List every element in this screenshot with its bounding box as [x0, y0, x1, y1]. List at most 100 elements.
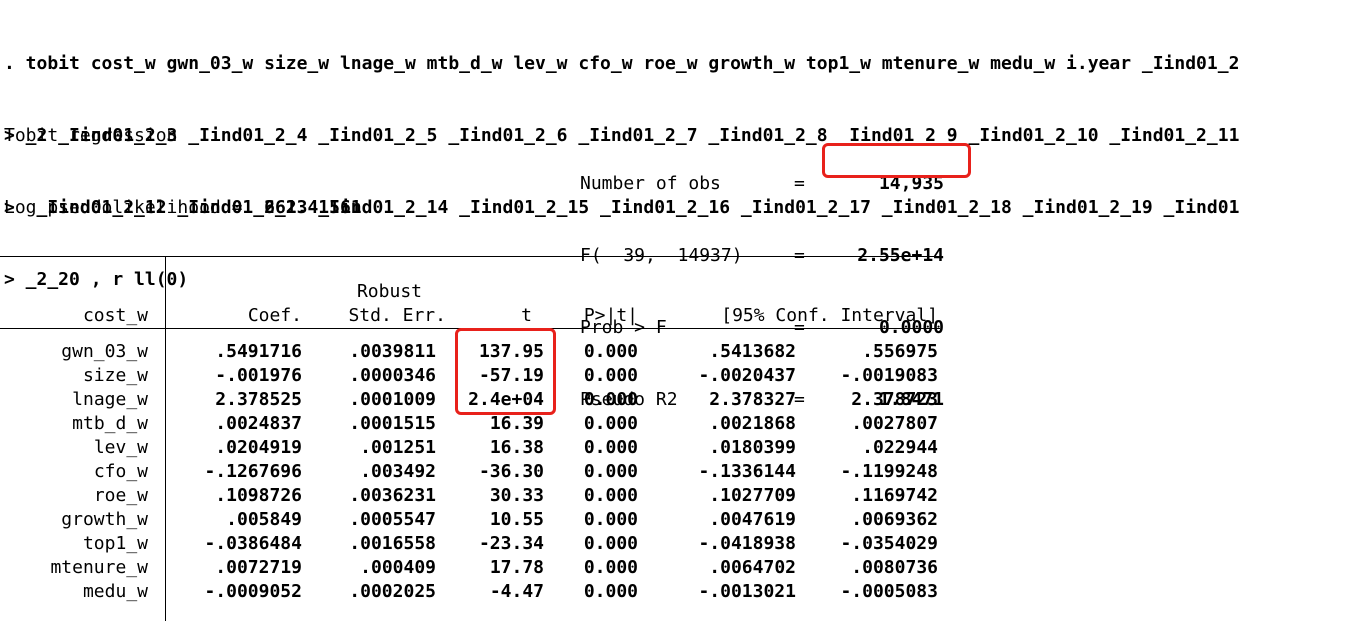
stderr-value: .0001515 [349, 413, 436, 434]
ci-lower-value: .0180399 [709, 437, 796, 458]
p-value: 0.000 [583, 341, 638, 362]
var-name: gwn_03_w [61, 341, 148, 362]
t-value: 10.55 [489, 509, 544, 530]
stderr-value: .0036231 [349, 485, 436, 506]
table-row: lev_w .0204919 .001251 16.38 0.000 .0180399 .0… [0, 436, 940, 460]
p-value: 0.000 [583, 461, 638, 482]
coef-value: .005849 [226, 509, 302, 530]
t-value: 16.38 [489, 437, 544, 458]
ci-upper-value: -.1199248 [840, 461, 938, 482]
table-row: mtenure_w .0072719 .000409 17.78 0.000 .00647… [0, 556, 940, 580]
robust-label: Robust [356, 281, 422, 302]
coef-value: .0204919 [215, 437, 302, 458]
ci-upper-value: .0027807 [851, 413, 938, 434]
model-title: Tobit regression [4, 125, 178, 146]
col-ci: [95% Conf. Interval] [721, 305, 938, 326]
var-name: lnage_w [72, 389, 148, 410]
coef-value: -.0009052 [204, 581, 302, 602]
table-row: cfo_w -.1267696 .003492 -36.30 0.000 -.133614… [0, 460, 940, 484]
var-name: mtb_d_w [72, 413, 148, 434]
stat-label: Number of obs [580, 173, 721, 194]
stderr-value: .0016558 [349, 533, 436, 554]
ci-upper-value: 2.378723 [851, 389, 938, 410]
stderr-value: .0039811 [349, 341, 436, 362]
table-row: roe_w .1098726 .0036231 30.33 0.000 .1027709.… [0, 484, 940, 508]
ci-lower-value: -.1336144 [698, 461, 796, 482]
ci-lower-value: .1027709 [709, 485, 796, 506]
p-value: 0.000 [583, 437, 638, 458]
ci-lower-value: .5413682 [709, 341, 796, 362]
p-value: 0.000 [583, 389, 638, 410]
var-name: top1_w [82, 533, 148, 554]
ci-upper-value: -.0354029 [840, 533, 938, 554]
coef-value: -.0386484 [204, 533, 302, 554]
ci-lower-value: -.0418938 [698, 533, 796, 554]
highlight-box-f-stat [822, 143, 971, 178]
var-name: growth_w [61, 509, 148, 530]
coef-value: -.1267696 [204, 461, 302, 482]
t-value: -4.47 [489, 581, 544, 602]
p-value: 0.000 [583, 533, 638, 554]
t-value: 30.33 [489, 485, 544, 506]
ci-upper-value: .022944 [862, 437, 938, 458]
ci-lower-value: .0021868 [709, 413, 796, 434]
stderr-value: .0005547 [349, 509, 436, 530]
col-coef: Coef. [247, 305, 302, 326]
ci-upper-value: .0069362 [851, 509, 938, 530]
ci-upper-value: -.0005083 [840, 581, 938, 602]
loglik-label: Log pseudolikelihood = [4, 197, 243, 218]
var-name: cfo_w [93, 461, 148, 482]
stderr-value: .000409 [360, 557, 436, 578]
p-value: 0.000 [583, 485, 638, 506]
command-line: . tobit cost_w gwn_03_w size_w lnage_w m… [4, 53, 1240, 74]
loglik-value: 662.41561 [264, 197, 362, 218]
coef-value: .0072719 [215, 557, 302, 578]
table-top-rule [0, 256, 940, 257]
ci-upper-value: -.0019083 [840, 365, 938, 386]
ci-upper-value: .1169742 [851, 485, 938, 506]
coef-value: .0024837 [215, 413, 302, 434]
regression-header: Tobit regression Log pseudolikelihood = … [4, 124, 944, 410]
coef-value: .1098726 [215, 485, 302, 506]
p-value: 0.000 [583, 581, 638, 602]
col-t: t [521, 305, 532, 326]
table-row: growth_w .005849 .0005547 10.55 0.000 .004761… [0, 508, 940, 532]
var-name: roe_w [93, 485, 148, 506]
ci-lower-value: -.0013021 [698, 581, 796, 602]
ci-upper-value: .556975 [862, 341, 938, 362]
table-row: mtb_d_w .0024837 .0001515 16.39 0.000 .002186… [0, 412, 940, 436]
ci-lower-value: .0047619 [709, 509, 796, 530]
t-value: -36.30 [478, 461, 544, 482]
var-name: mtenure_w [50, 557, 148, 578]
coef-value: 2.378525 [215, 389, 302, 410]
var-name: medu_w [82, 581, 148, 602]
ci-lower-value: 2.378327 [709, 389, 796, 410]
t-value: -23.34 [478, 533, 544, 554]
stderr-value: .001251 [360, 437, 436, 458]
stderr-value: .0000346 [349, 365, 436, 386]
loglik-line: Log pseudolikelihood = 662.41561 [4, 196, 362, 220]
table-header: cost_w Coef. Robust Std. Err. t P>|t| [9… [0, 268, 940, 328]
highlight-box-t-values [455, 328, 556, 415]
p-value: 0.000 [583, 509, 638, 530]
table-row: medu_w -.0009052 .0002025 -4.47 0.000 -.00130… [0, 580, 940, 604]
ci-lower-value: -.0020437 [698, 365, 796, 386]
table-row: top1_w -.0386484 .0016558 -23.34 0.000 -.0418… [0, 532, 940, 556]
col-stderr: Std. Err. [348, 305, 446, 326]
ci-upper-value: .0080736 [851, 557, 938, 578]
var-name: size_w [82, 365, 148, 386]
p-value: 0.000 [583, 413, 638, 434]
stderr-value: .003492 [360, 461, 436, 482]
coef-value: -.001976 [215, 365, 302, 386]
ci-lower-value: .0064702 [709, 557, 796, 578]
coef-value: .5491716 [215, 341, 302, 362]
stderr-value: .0002025 [349, 581, 436, 602]
t-value: 17.78 [489, 557, 544, 578]
p-value: 0.000 [583, 365, 638, 386]
p-value: 0.000 [583, 557, 638, 578]
stat-eq: = [794, 173, 805, 194]
var-name: lev_w [93, 437, 148, 458]
col-p: P>|t| [583, 305, 638, 326]
t-value: 16.39 [489, 413, 544, 434]
stderr-value: .0001009 [349, 389, 436, 410]
